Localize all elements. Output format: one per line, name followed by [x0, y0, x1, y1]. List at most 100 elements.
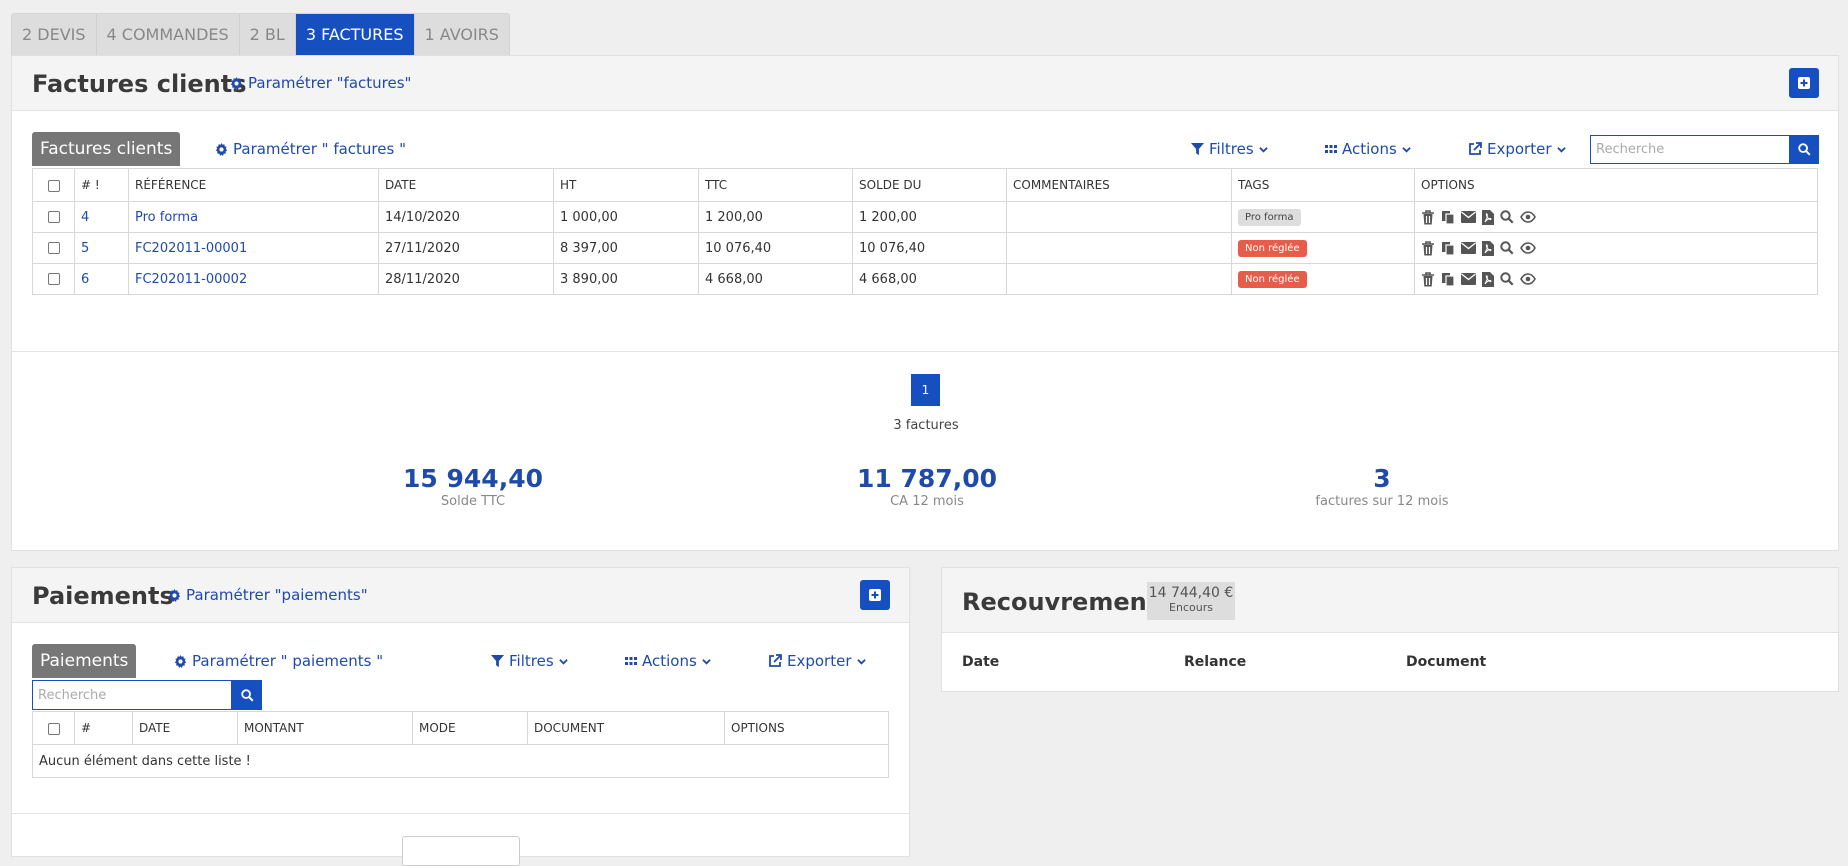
actions-dropdown[interactable]: Actions: [1325, 140, 1411, 158]
row-solde: 10 076,40: [852, 232, 1007, 264]
pdf-icon[interactable]: [1482, 209, 1494, 225]
col-options: OPTIONS: [724, 711, 889, 745]
search-icon[interactable]: [1500, 241, 1514, 255]
col-montant[interactable]: MONTANT: [237, 711, 413, 745]
trash-icon[interactable]: [1421, 209, 1435, 225]
status-badge: Pro forma: [1238, 208, 1301, 226]
col-ht[interactable]: HT: [553, 168, 699, 202]
paiements-list-tab-label: Paiements: [40, 651, 129, 671]
row-num-link[interactable]: 4: [81, 210, 89, 225]
paiements-table: # DATE MONTANT MODE DOCUMENT OPTIONS Auc…: [32, 711, 889, 778]
row-num-cell: 6: [74, 263, 129, 295]
select-all-cell: [32, 711, 75, 745]
paiements-search-input[interactable]: [32, 680, 232, 710]
eye-icon[interactable]: [1520, 242, 1536, 254]
empty-row: Aucun élément dans cette liste !: [32, 744, 889, 778]
row-checkbox[interactable]: [47, 273, 60, 285]
search-icon[interactable]: [1500, 210, 1514, 224]
factures-rows: 4 Pro forma 14/10/2020 1 000,00 1 200,00 1 20…: [32, 201, 1818, 295]
row-tags-cell: Non réglée: [1231, 263, 1415, 295]
col-mode[interactable]: MODE: [412, 711, 528, 745]
tab-commandes[interactable]: 4 COMMANDES: [97, 14, 240, 55]
row-checkbox[interactable]: [47, 211, 60, 223]
col-reference[interactable]: RÉFÉRENCE: [128, 168, 379, 202]
row-num-link[interactable]: 5: [81, 241, 89, 256]
col-date[interactable]: DATE: [132, 711, 238, 745]
tab-bl[interactable]: 2 BL: [240, 14, 296, 55]
paiements-filtres-dropdown[interactable]: Filtres: [491, 652, 568, 670]
col-date: Date: [962, 654, 1000, 670]
document-type-tabs: 2 DEVIS 4 COMMANDES 2 BL 3 FACTURES 1 AV…: [11, 13, 510, 55]
paiements-list-tab[interactable]: Paiements: [32, 644, 137, 678]
add-invoice-button[interactable]: [1789, 68, 1819, 98]
copy-icon[interactable]: [1441, 272, 1455, 287]
row-reference-link[interactable]: FC202011-00001: [135, 241, 247, 256]
chevron-down-icon: [1402, 145, 1411, 154]
row-checkbox[interactable]: [47, 242, 60, 254]
row-ttc: 1 200,00: [698, 201, 853, 233]
trash-icon[interactable]: [1421, 271, 1435, 287]
factures-list-settings[interactable]: Paramétrer " factures ": [215, 140, 406, 158]
divider: [12, 351, 1838, 352]
col-date[interactable]: DATE: [378, 168, 554, 202]
select-all-checkbox[interactable]: [47, 179, 60, 192]
factures-search-input[interactable]: [1590, 135, 1790, 164]
eye-icon[interactable]: [1520, 273, 1536, 285]
encours-badge: 14 744,40 € Encours: [1147, 582, 1235, 620]
filtres-dropdown[interactable]: Filtres: [1191, 140, 1268, 158]
gear-icon: [215, 142, 228, 156]
paiements-search-button[interactable]: [232, 680, 262, 710]
row-tags-cell: Pro forma: [1231, 201, 1415, 233]
col-commentaires[interactable]: COMMENTAIRES: [1006, 168, 1232, 202]
envelope-icon[interactable]: [1461, 211, 1476, 223]
paiements-actions-dropdown[interactable]: Actions: [625, 652, 711, 670]
exporter-dropdown[interactable]: Exporter: [1468, 140, 1566, 158]
pagination-box: [402, 836, 520, 866]
paiements-search: [32, 680, 262, 710]
copy-icon[interactable]: [1441, 241, 1455, 256]
col-num[interactable]: #: [74, 711, 133, 745]
col-tags[interactable]: TAGS: [1231, 168, 1415, 202]
paiements-settings-link[interactable]: Paramétrer "paiements": [168, 586, 368, 604]
col-document[interactable]: DOCUMENT: [527, 711, 725, 745]
tab-devis[interactable]: 2 DEVIS: [12, 14, 97, 55]
row-select-cell: [32, 232, 75, 264]
paiements-list-settings-label: Paramétrer " paiements ": [192, 652, 384, 670]
row-ht: 1 000,00: [553, 201, 699, 233]
select-all-checkbox[interactable]: [47, 722, 60, 735]
table-row: 6 FC202011-00002 28/11/2020 3 890,00 4 668,0…: [32, 263, 1818, 295]
factures-list-tab[interactable]: Factures clients: [32, 132, 181, 166]
paiements-list-settings[interactable]: Paramétrer " paiements ": [174, 652, 383, 670]
grid-icon: [1325, 144, 1337, 154]
chevron-down-icon: [1556, 145, 1566, 154]
actions-label: Actions: [1342, 140, 1397, 158]
recouvrement-title: Recouvrement: [962, 588, 1159, 616]
row-num-link[interactable]: 6: [81, 272, 89, 287]
row-reference-link[interactable]: Pro forma: [135, 210, 198, 225]
trash-icon[interactable]: [1421, 240, 1435, 256]
col-solde-du[interactable]: SOLDE DU: [852, 168, 1007, 202]
pagination-page-1[interactable]: 1: [911, 374, 940, 406]
row-select-cell: [32, 263, 75, 295]
envelope-icon[interactable]: [1461, 242, 1476, 254]
search-icon[interactable]: [1500, 272, 1514, 286]
stat-ca-value: 11 787,00: [857, 464, 997, 493]
eye-icon[interactable]: [1520, 211, 1536, 223]
pdf-icon[interactable]: [1482, 240, 1494, 256]
pdf-icon[interactable]: [1482, 271, 1494, 287]
copy-icon[interactable]: [1441, 210, 1455, 225]
row-date: 27/11/2020: [378, 232, 554, 264]
factures-settings-link[interactable]: Paramétrer "factures": [230, 74, 411, 92]
add-payment-button[interactable]: [860, 580, 890, 610]
tab-factures[interactable]: 3 FACTURES: [295, 14, 415, 55]
col-num[interactable]: # !: [74, 168, 129, 202]
envelope-icon[interactable]: [1461, 273, 1476, 285]
row-options: [1421, 209, 1811, 225]
col-ttc[interactable]: TTC: [698, 168, 853, 202]
row-num-cell: 4: [74, 201, 129, 233]
row-reference-link[interactable]: FC202011-00002: [135, 272, 247, 287]
factures-search-button[interactable]: [1790, 135, 1819, 164]
tab-avoirs[interactable]: 1 AVOIRS: [415, 14, 509, 55]
paiements-exporter-dropdown[interactable]: Exporter: [768, 652, 866, 670]
paiements-panel: Paiements Paramétrer "paiements" Paiemen…: [11, 567, 910, 866]
